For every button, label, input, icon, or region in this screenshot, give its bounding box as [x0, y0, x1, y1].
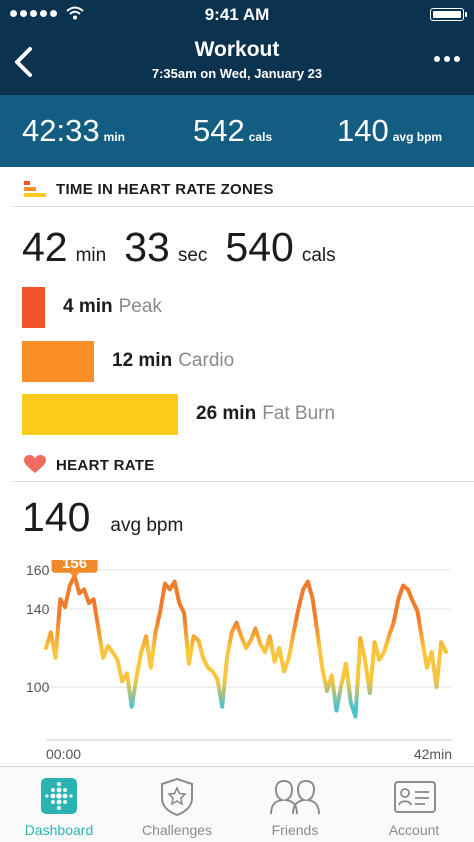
heart-rate-section-title: HEART RATE — [56, 457, 155, 474]
summary-calories: 542 cals — [193, 113, 273, 148]
status-time: 9:41 AM — [204, 5, 270, 24]
zone-minutes: 12 min — [112, 350, 173, 371]
account-icon — [394, 781, 436, 813]
peak-badge-label: 156 — [62, 560, 87, 572]
tab-label: Challenges — [141, 822, 213, 838]
battery-icon — [430, 8, 467, 21]
tab-label: Dashboard — [24, 822, 94, 838]
zone-bar-2 — [22, 394, 178, 435]
avg-heart-rate: 140 avg bpm — [22, 494, 184, 540]
zones-totals: 42 min 33 sec 540 cals — [22, 224, 336, 270]
workout-summary: 42:33 min 542 cals 140 avg bpm — [0, 95, 474, 167]
tab-challenges[interactable]: Challenges — [118, 767, 236, 842]
page-title: Workout — [194, 38, 280, 61]
dashboard-icon — [41, 778, 77, 814]
nav-header: 9:41 AM Workout 7:35am on Wed, January 2… — [0, 0, 474, 95]
zone-name: Peak — [118, 296, 162, 317]
tab-bar: Dashboard Challenges Friends Account — [0, 766, 474, 842]
challenges-icon — [161, 778, 193, 816]
tab-friends[interactable]: Friends — [236, 767, 354, 842]
zone-label: 12 min Cardio — [112, 350, 234, 372]
more-options-icon[interactable] — [434, 56, 460, 62]
divider — [12, 481, 474, 482]
workout-datetime: 7:35am on Wed, January 23 — [151, 66, 323, 81]
x-tick-label: 00:00 — [46, 746, 81, 762]
heart-rate-line — [44, 573, 448, 719]
zone-minutes: 26 min — [196, 403, 257, 424]
zones-icon — [24, 181, 46, 197]
y-tick-label: 160 — [26, 562, 50, 578]
tab-account[interactable]: Account — [354, 767, 474, 842]
summary-heart-rate: 140 avg bpm — [337, 113, 443, 148]
x-tick-label: 42min — [414, 746, 452, 762]
heart-icon — [24, 455, 46, 473]
tab-label: Account — [388, 822, 440, 838]
tab-dashboard[interactable]: Dashboard — [0, 767, 118, 842]
zone-name: Cardio — [178, 350, 235, 371]
zone-label: 4 min Peak — [63, 296, 162, 318]
status-bar: 9:41 AM — [0, 0, 474, 30]
zone-bar-1 — [22, 341, 94, 382]
zone-minutes: 4 min — [63, 296, 113, 317]
summary-duration: 42:33 min — [22, 113, 125, 148]
zones-section-title: TIME IN HEART RATE ZONES — [56, 181, 274, 198]
y-tick-label: 100 — [26, 679, 50, 695]
peak-badge-pointer — [69, 572, 80, 578]
zone-name: Fat Burn — [262, 403, 336, 424]
heart-rate-chart: 160 140 100 00:00 42min 156 — [26, 560, 452, 762]
tab-label: Friends — [271, 822, 319, 838]
zone-bar-0 — [22, 287, 45, 328]
divider — [12, 206, 474, 207]
friends-icon — [270, 779, 320, 815]
zone-label: 26 min Fat Burn — [196, 403, 335, 425]
y-tick-label: 140 — [26, 601, 50, 617]
